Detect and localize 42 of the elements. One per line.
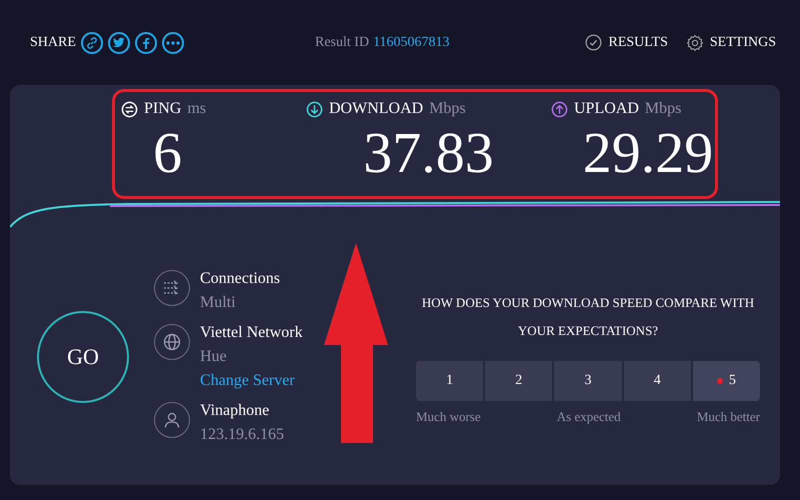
arrows-icon — [154, 270, 190, 306]
metric-value: 37.83 — [363, 119, 494, 187]
survey-question: HOW DOES YOUR DOWNLOAD SPEED COMPARE WITH YOUR EXPECTATIONS? — [420, 294, 756, 340]
rating-option[interactable]: 2 — [485, 361, 552, 401]
info-detail: 123.19.6.165 — [200, 426, 284, 444]
check-circle-icon — [585, 34, 602, 51]
globe-icon — [154, 324, 190, 360]
metric-label: UPLOAD — [574, 100, 639, 118]
scale-label: Much worse — [416, 409, 481, 425]
more-icon[interactable] — [162, 32, 184, 54]
info-title: Viettel Network — [200, 324, 303, 342]
info-detail: Hue — [200, 348, 228, 366]
info-title: Vinaphone — [200, 402, 270, 420]
settings-icon — [686, 34, 704, 52]
metric-unit: ms — [187, 100, 206, 118]
scale-label: Much better — [696, 409, 760, 425]
link-icon[interactable] — [80, 32, 103, 54]
metric-label: DOWNLOAD — [329, 100, 424, 118]
metric-value: 29.29 — [582, 119, 714, 187]
rating-option[interactable]: 1 — [416, 361, 484, 401]
rating-option[interactable]: 4 — [624, 361, 691, 401]
info-title: Connections — [200, 270, 280, 288]
go-button[interactable]: GO — [37, 311, 129, 403]
ping-icon — [121, 100, 138, 118]
rating-option[interactable]: 3 — [554, 361, 622, 401]
rating-option[interactable]: 5 — [692, 361, 760, 401]
metric-label: PING — [144, 100, 182, 118]
settings-button[interactable]: SETTINGS — [686, 34, 776, 52]
metric-unit: Mbps — [429, 100, 466, 118]
metric-value: 6 — [153, 119, 182, 187]
change-server-link[interactable]: Change Server — [200, 372, 303, 390]
metric-unit: Mbps — [644, 100, 682, 118]
selection-dot — [716, 378, 723, 384]
result-id: 11605067813 — [373, 34, 450, 50]
result-id-label: Result ID — [315, 34, 370, 50]
scale-label: As expected — [556, 409, 621, 425]
info-detail: Multi — [200, 294, 237, 312]
f-letter-icon[interactable] — [134, 32, 157, 54]
results-button[interactable]: RESULTS — [585, 34, 668, 51]
share-label: SHARE — [30, 34, 76, 50]
bird-icon[interactable] — [108, 32, 130, 54]
user-icon — [154, 402, 190, 438]
